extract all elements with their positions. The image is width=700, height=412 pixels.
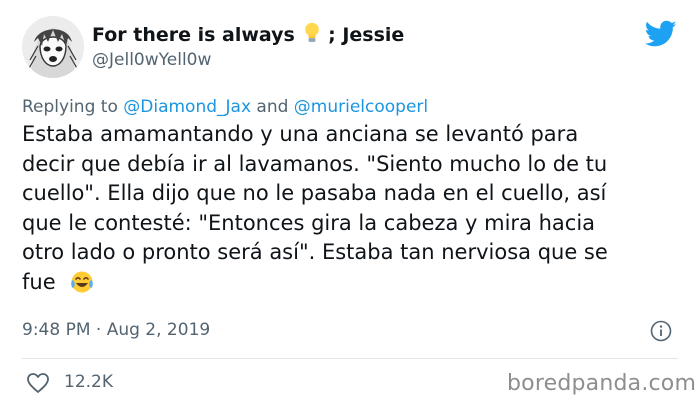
- lightbulb-icon: [304, 22, 320, 49]
- tweet-text-last-line: fue: [22, 268, 687, 303]
- replying-to-conjunction: and: [256, 97, 289, 117]
- tweet-text-line: cuello". Ella dijo que no le pasaba nada…: [22, 181, 607, 205]
- tweet-text-line: fue: [22, 269, 56, 294]
- tweet-text: Estaba amamantando y una anciana se leva…: [22, 120, 687, 302]
- user-handle[interactable]: @Jell0wYell0w: [92, 50, 211, 70]
- replying-to-label: Replying to: [22, 97, 118, 117]
- tweet-text-line: que le contesté: "Entonces gira la cabez…: [22, 210, 596, 235]
- avatar-illustration: [22, 16, 84, 78]
- tweet-timestamp[interactable]: 9:48 PM · Aug 2, 2019: [22, 320, 210, 340]
- mention-link-murielcooperl[interactable]: @murielcooperl: [294, 97, 428, 117]
- heart-icon[interactable]: [26, 372, 50, 394]
- avatar[interactable]: [22, 16, 84, 78]
- display-name-text: For there is always: [92, 24, 295, 46]
- tweet-text-line: decir que debía ir al lavamanos. "Siento…: [22, 151, 608, 176]
- display-name[interactable]: For there is always ; Jessie: [92, 22, 404, 49]
- twitter-bird-icon[interactable]: [645, 20, 677, 48]
- boredpanda-watermark: boredpanda.com: [507, 371, 697, 396]
- tears-of-joy-emoji-icon: [70, 270, 94, 303]
- like-count: 12.2K: [64, 372, 113, 392]
- replying-to: Replying to @Diamond_Jax and @murielcoop…: [22, 97, 428, 117]
- tweet-text-line: Estaba amamantando y una anciana se leva…: [22, 122, 579, 146]
- mention-link-diamond-jax[interactable]: @Diamond_Jax: [123, 97, 251, 117]
- tweet-text-line: otro lado o pronto será así". Estaba tan…: [22, 240, 608, 264]
- display-name-suffix: ; Jessie: [328, 24, 405, 46]
- info-icon[interactable]: [650, 320, 672, 342]
- divider: [22, 358, 678, 359]
